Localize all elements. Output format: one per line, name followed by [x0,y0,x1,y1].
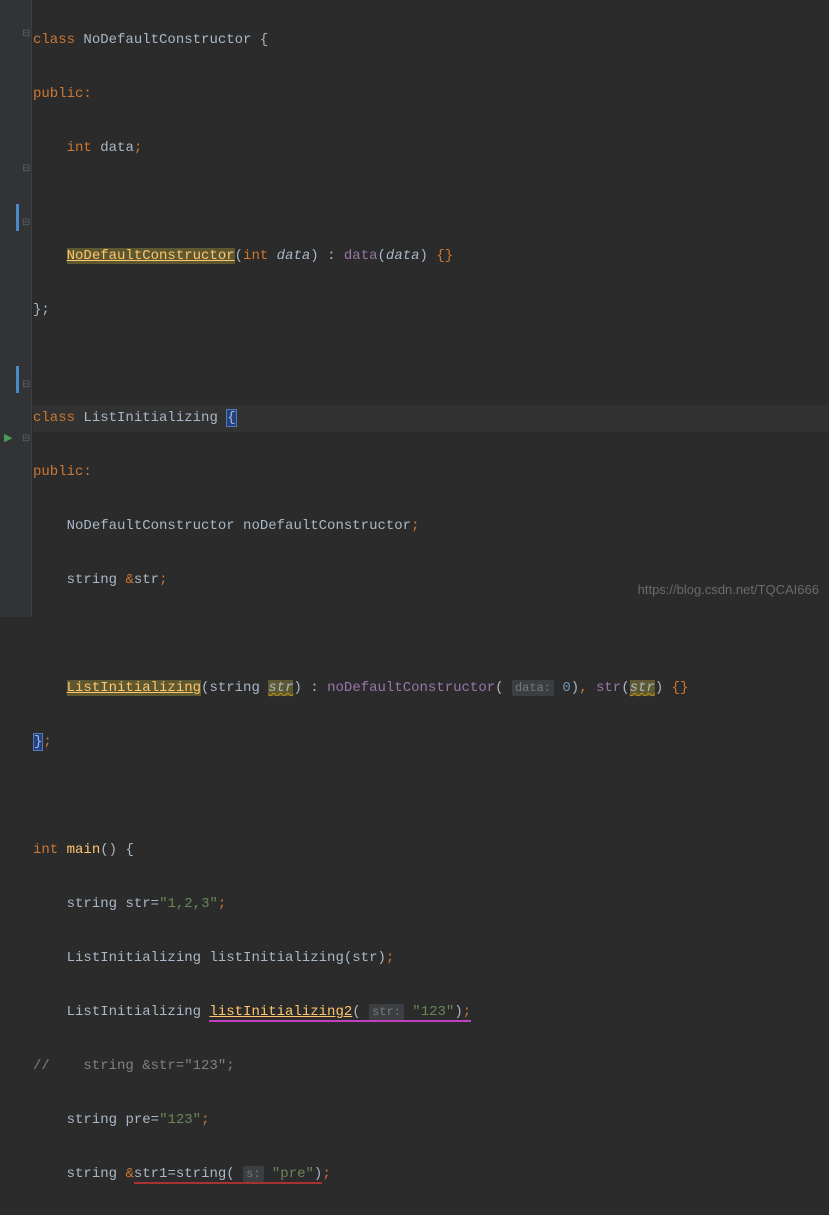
code-line: }; [33,729,829,756]
fold-icon[interactable]: ⊟ [22,426,32,436]
code-line: public: [33,459,829,486]
code-line: // string &str="123"; [33,1053,829,1080]
code-line: ListInitializing listInitializing(str); [33,945,829,972]
run-icon[interactable]: ▶ [4,426,12,453]
code-line: }; [33,297,829,324]
code-line: NoDefaultConstructor(int data) : data(da… [33,243,829,270]
watermark: https://blog.csdn.net/TQCAI666 [638,576,819,603]
code-line: string pre="123"; [33,1107,829,1134]
fold-icon[interactable]: ⊟ [22,21,32,31]
matched-brace: } [33,733,43,751]
code-line: ListInitializing listInitializing2( str:… [33,999,829,1026]
code-line: int main() { [33,837,829,864]
param-hint: data: [512,680,554,696]
fold-icon[interactable]: ⊟ [22,210,32,220]
code-line: ListInitializing(string str) : noDefault… [33,675,829,702]
code-line: string &str1=string( s: "pre"); [33,1161,829,1188]
code-line: public: [33,81,829,108]
matched-brace: { [226,409,236,427]
code-editor[interactable]: class NoDefaultConstructor { public: int… [33,0,829,1215]
code-line-highlighted: class ListInitializing { [33,405,829,432]
fold-icon[interactable]: ⊟ [22,372,32,382]
code-line [33,351,829,378]
code-line: string str="1,2,3"; [33,891,829,918]
change-marker [16,204,19,231]
code-line: class NoDefaultConstructor { [33,27,829,54]
param-hint: s: [243,1166,263,1182]
code-line [33,621,829,648]
param-hint: str: [369,1004,404,1020]
constructor-name: NoDefaultConstructor [67,248,235,264]
fold-icon[interactable]: ⊟ [22,156,32,166]
code-line [33,189,829,216]
code-line [33,783,829,810]
constructor-name: ListInitializing [67,680,201,696]
gutter: ⊟ ⊟ ⊟ ⊟ ▶ ⊟ [0,0,32,617]
change-marker [16,366,19,393]
code-line: NoDefaultConstructor noDefaultConstructo… [33,513,829,540]
code-line: int data; [33,135,829,162]
